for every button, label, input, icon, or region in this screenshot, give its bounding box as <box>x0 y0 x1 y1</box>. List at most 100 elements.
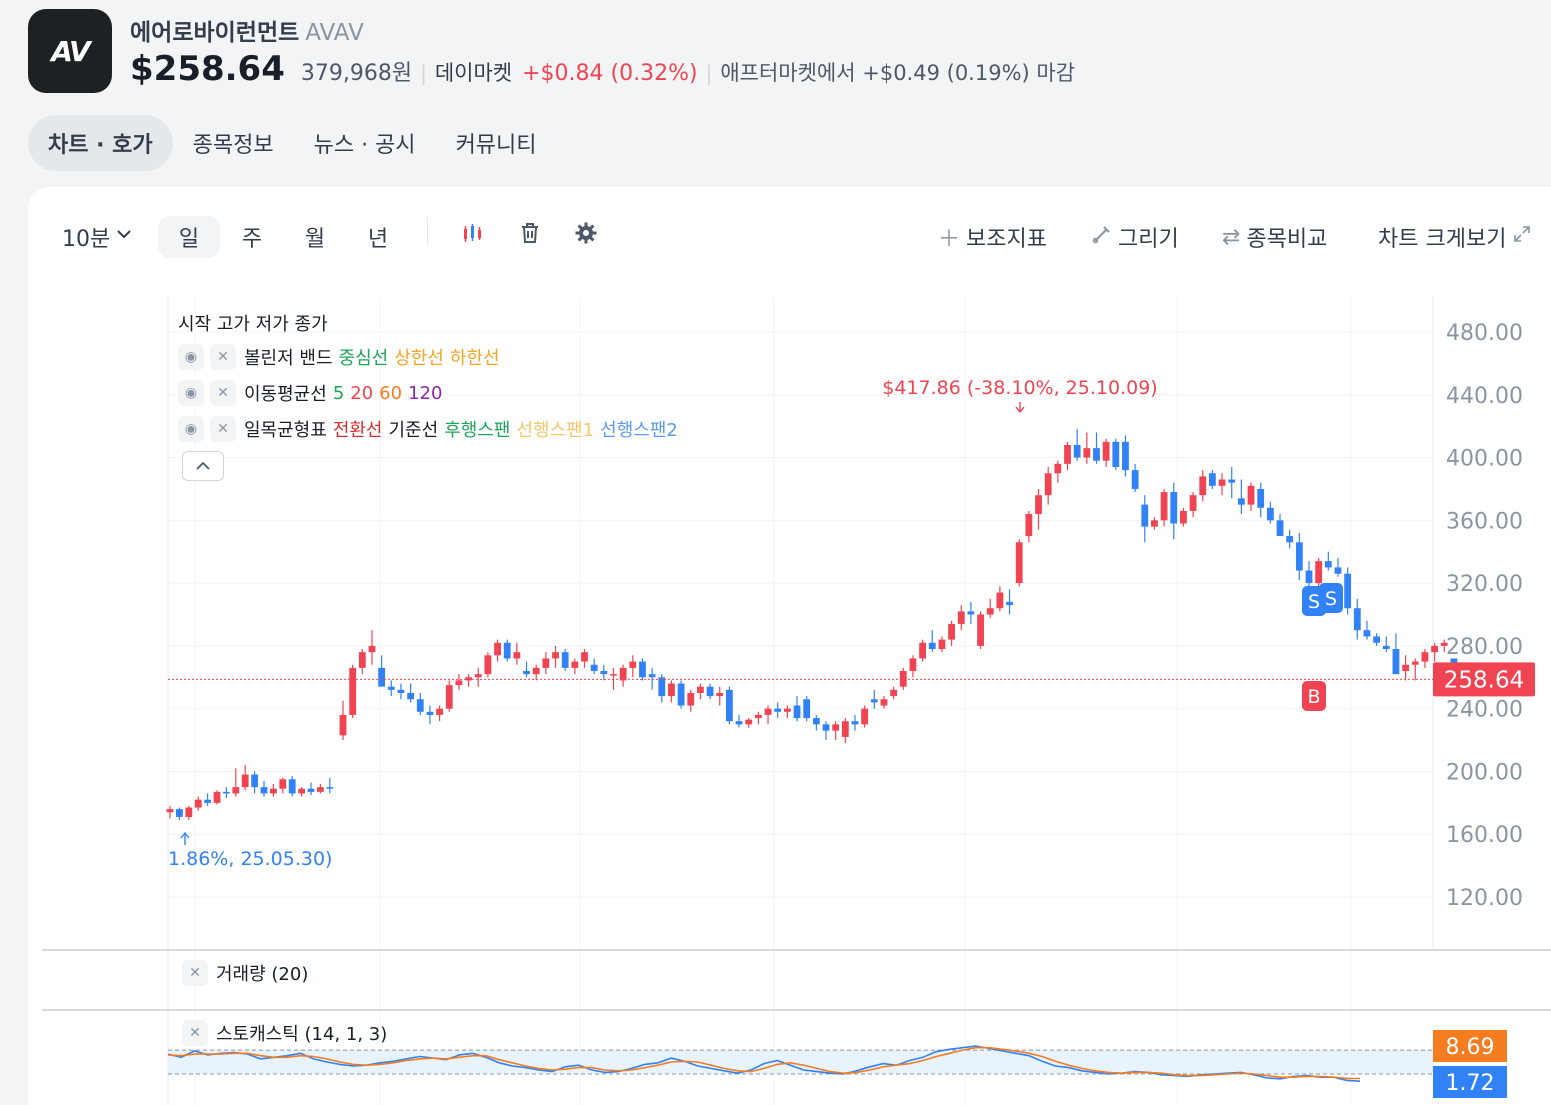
candle-body <box>241 774 249 788</box>
candle-body <box>561 652 569 668</box>
candle-body <box>213 791 221 803</box>
candle-body <box>948 623 955 640</box>
candle-body <box>1189 495 1197 511</box>
eye-icon[interactable]: ◉ <box>178 380 204 406</box>
candle-body <box>1180 510 1187 524</box>
tab-stock-info[interactable]: 종목정보 <box>173 115 294 171</box>
candle-body <box>1286 536 1294 543</box>
close-icon[interactable]: ✕ <box>182 1020 208 1046</box>
company-logo: AV <box>28 9 112 93</box>
legend-ma20: 20 <box>350 382 374 404</box>
candle-body <box>378 667 386 687</box>
candle-body <box>1237 498 1245 505</box>
tab-chart-quote[interactable]: 차트 · 호가 <box>28 115 173 171</box>
trade-marker-label: B <box>1307 686 1320 708</box>
high-annotation: $417.86 (-38.10%, 25.10.09) <box>882 377 1157 399</box>
stochastic-d-value: 8.69 <box>1446 1035 1495 1060</box>
y-tick-label: 120.00 <box>1446 886 1523 911</box>
candle-body <box>1295 542 1303 571</box>
candle-body <box>445 685 453 709</box>
candle-body <box>928 642 936 650</box>
candle-body <box>1247 485 1255 505</box>
candle-body <box>1102 441 1110 461</box>
legend-bb-lower: 하한선 <box>449 348 500 369</box>
candle-body <box>658 677 666 697</box>
stochastic-k-value: 1.72 <box>1446 1071 1495 1096</box>
candle-body <box>745 719 753 725</box>
divider: | <box>420 61 427 85</box>
legend-ma60: 60 <box>379 382 403 404</box>
candle-body <box>571 661 579 668</box>
candle-body <box>436 708 443 715</box>
eye-icon[interactable]: ◉ <box>178 344 204 370</box>
candle-body <box>1402 664 1409 671</box>
candle-body <box>600 671 608 675</box>
candle-body <box>279 779 287 789</box>
stock-title: 에어로바이런먼트 AVAV <box>130 13 364 47</box>
eye-icon[interactable]: ◉ <box>178 416 204 442</box>
candle-body <box>1305 570 1313 584</box>
candle-body <box>358 652 366 668</box>
legend-ich-conv: 전환선 <box>332 420 383 441</box>
candle-body <box>1160 492 1168 521</box>
candle-body <box>726 689 733 722</box>
market-session-label: 데이마켓 <box>434 61 513 85</box>
legend-bollinger: ◉ ✕ 볼린저 밴드 중심선 상한선 하한선 <box>178 344 500 370</box>
tab-news[interactable]: 뉴스 · 공시 <box>294 115 436 171</box>
candle-body <box>1334 567 1342 574</box>
candle-body <box>1353 608 1361 631</box>
candle-body <box>783 708 791 712</box>
close-icon[interactable]: ✕ <box>210 344 236 370</box>
candle-body <box>861 708 869 725</box>
candle-body <box>1025 514 1033 537</box>
ticker-symbol: AVAV <box>305 20 364 46</box>
legend-ohlc-text: 시작 고가 저가 종가 <box>178 314 328 335</box>
candle-body <box>503 642 511 659</box>
main-tabs: 차트 · 호가 종목정보 뉴스 · 공시 커뮤니티 <box>28 115 557 171</box>
price-row: $258.64 379,968원 | 데이마켓 +$0.84 (0.32%) |… <box>130 49 1075 89</box>
candle-body <box>1112 441 1120 467</box>
close-icon[interactable]: ✕ <box>210 380 236 406</box>
candle-body <box>298 788 305 794</box>
candle-body <box>223 791 230 794</box>
trade-marker-label: S <box>1325 588 1337 610</box>
candle-body <box>426 711 434 715</box>
candle-body <box>841 721 849 737</box>
price-change: +$0.84 (0.32%) <box>522 61 698 86</box>
legend-ich-lag: 후행스팬 <box>444 420 511 441</box>
candle-body <box>851 721 859 725</box>
legend-collapse-button[interactable] <box>182 451 224 481</box>
close-icon[interactable]: ✕ <box>210 416 236 442</box>
candle-body <box>977 614 984 646</box>
y-tick-label: 440.00 <box>1446 384 1523 409</box>
candle-body <box>706 686 714 697</box>
candle-body <box>1228 479 1236 483</box>
candle-body <box>1093 448 1100 461</box>
candle-body <box>764 708 772 715</box>
current-price: $258.64 <box>130 49 285 89</box>
candle-body <box>1073 445 1081 458</box>
y-tick-label: 480.00 <box>1446 321 1523 346</box>
candle-body <box>465 677 472 681</box>
candle-body <box>523 671 530 675</box>
candle-body <box>803 699 811 719</box>
candle-body <box>1122 441 1129 471</box>
candle-body <box>1257 488 1265 508</box>
candle-body <box>1015 542 1023 584</box>
candle-body <box>542 658 550 668</box>
candle-body <box>774 708 782 712</box>
candle-body <box>339 714 347 736</box>
y-tick-label: 400.00 <box>1446 447 1523 472</box>
tab-community[interactable]: 커뮤니티 <box>436 115 557 171</box>
candle-body <box>326 787 334 789</box>
close-icon[interactable]: ✕ <box>182 960 208 986</box>
candle-body <box>1054 463 1062 474</box>
candles-group <box>166 429 1458 821</box>
candle-body <box>1199 476 1207 496</box>
candle-body <box>1324 561 1332 568</box>
candle-body <box>270 788 277 794</box>
candle-body <box>474 674 482 678</box>
candle-body <box>677 683 685 706</box>
legend-ich-base: 기준선 <box>388 420 439 441</box>
candle-body <box>317 787 324 792</box>
